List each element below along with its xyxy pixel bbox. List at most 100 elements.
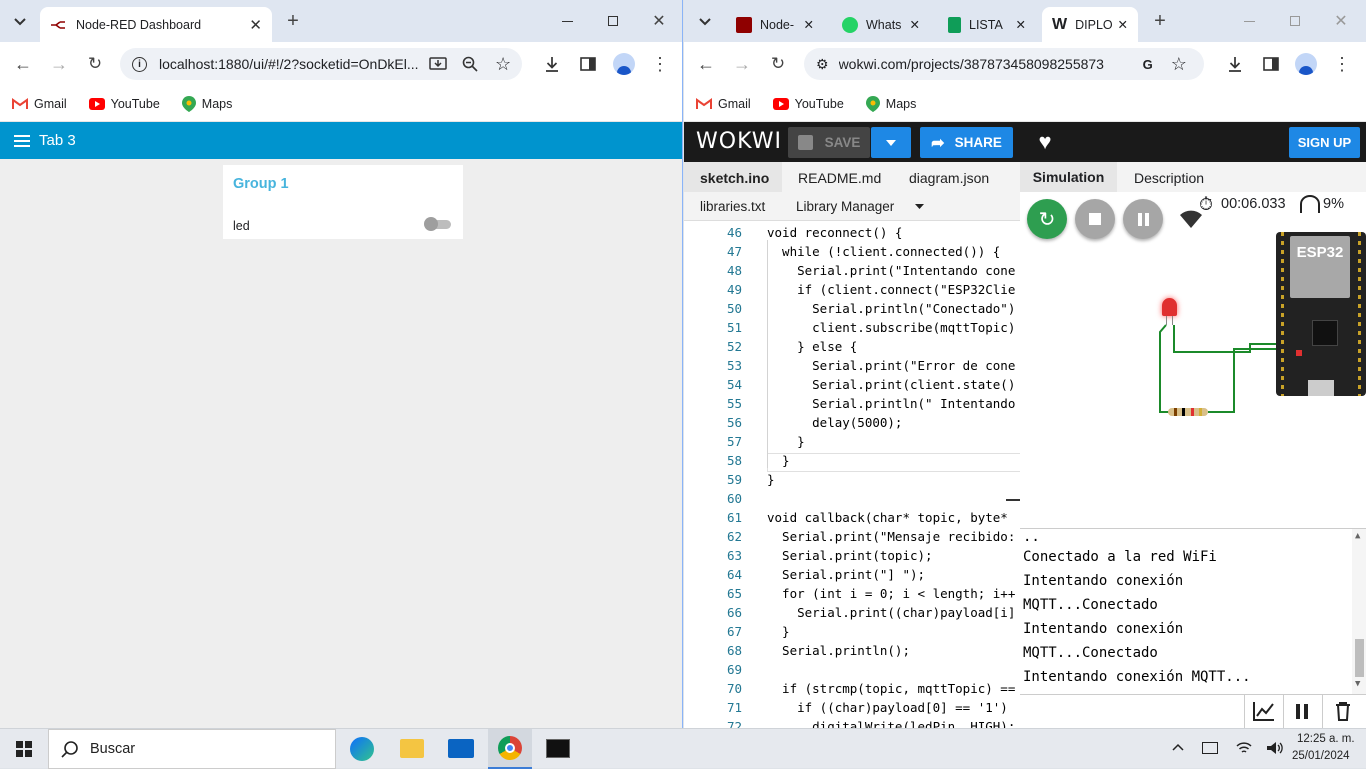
- clock-time[interactable]: 12:25 a. m.: [1297, 733, 1355, 745]
- serial-divider: [1283, 695, 1284, 728]
- show-hidden-icons-chevron[interactable]: [1172, 743, 1184, 751]
- code-editor[interactable]: 46 void reconnect() {47 while (!client.co…: [684, 221, 1020, 728]
- bookmark-maps[interactable]: Maps: [181, 95, 232, 112]
- bookmark-gmail[interactable]: Gmail: [12, 97, 67, 111]
- tabs-overflow-caret-icon[interactable]: [915, 204, 924, 209]
- save-dropdown-button[interactable]: [871, 127, 911, 158]
- code-text: Serial.print("Mensaje recibido:: [767, 529, 1016, 544]
- taskbar-search-box[interactable]: Buscar: [48, 729, 336, 769]
- line-number: 70: [726, 681, 742, 696]
- tab-node-red-dashboard[interactable]: Node-RED Dashboard ✕: [40, 7, 272, 42]
- serial-scrollbar[interactable]: ▲ ▼: [1352, 529, 1366, 694]
- close-window-icon[interactable]: ✕: [1329, 9, 1353, 33]
- minimize-icon[interactable]: [555, 9, 579, 33]
- wokwi-logo[interactable]: WOKWI: [696, 129, 782, 154]
- code-text: if ((char)payload[0] == '1'): [767, 700, 1008, 715]
- sim-tab-simulation[interactable]: Simulation: [1020, 162, 1117, 192]
- pause-serial-icon[interactable]: [1296, 704, 1308, 719]
- maximize-icon[interactable]: [1283, 9, 1307, 33]
- chrome-taskbar-button[interactable]: [488, 729, 532, 769]
- edge-icon[interactable]: [350, 737, 374, 761]
- clear-trash-icon[interactable]: [1335, 701, 1351, 721]
- line-number: 51: [726, 320, 742, 335]
- zoom-icon[interactable]: [462, 56, 478, 72]
- code-line: 51 client.subscribe(mqttTopic): [684, 320, 1020, 339]
- clock-date[interactable]: 25/01/2024: [1292, 750, 1350, 762]
- reload-icon[interactable]: ↻: [83, 52, 107, 76]
- forward-icon[interactable]: →: [47, 52, 71, 76]
- file-tab-libraries-txt[interactable]: libraries.txt: [700, 199, 765, 214]
- file-tab-readme[interactable]: README.md: [798, 170, 881, 186]
- close-window-icon[interactable]: ✕: [647, 9, 671, 33]
- profile-avatar-icon[interactable]: [612, 52, 636, 76]
- heart-icon[interactable]: ♥: [1032, 129, 1058, 155]
- sim-tab-description[interactable]: Description: [1134, 170, 1204, 186]
- tab-whatsapp[interactable]: Whats ✕: [832, 7, 930, 42]
- tab-search-chevron-icon[interactable]: [8, 10, 32, 34]
- save-button[interactable]: SAVE: [788, 127, 870, 158]
- close-tab-icon[interactable]: ✕: [804, 17, 814, 32]
- side-panel-icon[interactable]: [576, 52, 600, 76]
- downloads-icon[interactable]: [540, 52, 564, 76]
- line-number: 71: [726, 700, 742, 715]
- reload-icon[interactable]: ↻: [766, 52, 790, 76]
- site-settings-icon[interactable]: ⚙: [816, 56, 829, 73]
- close-tab-icon[interactable]: ✕: [249, 16, 262, 34]
- mail-icon[interactable]: [448, 739, 474, 758]
- back-icon[interactable]: ←: [694, 52, 718, 76]
- side-panel-icon[interactable]: [1259, 52, 1283, 76]
- share-button[interactable]: ➦ SHARE: [920, 127, 1013, 158]
- code-text: if (client.connect("ESP32Clie: [767, 282, 1016, 297]
- close-tab-icon[interactable]: ✕: [1016, 17, 1026, 32]
- close-tab-icon[interactable]: ✕: [910, 17, 920, 32]
- install-app-icon[interactable]: [429, 56, 447, 72]
- plotter-chart-icon[interactable]: [1253, 701, 1275, 721]
- new-tab-icon[interactable]: +: [281, 9, 305, 33]
- file-explorer-icon[interactable]: [400, 739, 424, 758]
- address-bar[interactable]: ⚙ wokwi.com/projects/387873458098255873 …: [804, 48, 1204, 80]
- battery-icon[interactable]: [1202, 742, 1218, 754]
- tab-search-chevron-icon[interactable]: [693, 10, 717, 34]
- tab-diplo-active[interactable]: W DIPLO ✕: [1042, 7, 1138, 42]
- windows-start-icon[interactable]: [16, 741, 32, 757]
- bookmark-maps[interactable]: Maps: [865, 95, 916, 112]
- code-line: 64 Serial.print("] ");: [684, 567, 1020, 586]
- file-tab-sketch-ino[interactable]: sketch.ino: [700, 170, 769, 186]
- back-icon[interactable]: ←: [11, 52, 35, 76]
- wifi-network-icon[interactable]: [1236, 741, 1252, 755]
- file-tab-library-manager[interactable]: Library Manager: [796, 199, 894, 214]
- serial-monitor[interactable]: ▲ ▼ .. Conectado a la red WiFi Intentando …: [1020, 528, 1366, 694]
- close-tab-icon[interactable]: ✕: [1118, 17, 1128, 32]
- code-line: 55 Serial.println(" Intentando: [684, 396, 1020, 415]
- tab-lista[interactable]: LISTA ✕: [938, 7, 1036, 42]
- menu-kebab-icon[interactable]: ⋮: [648, 52, 672, 76]
- new-tab-icon[interactable]: +: [1148, 9, 1172, 33]
- volume-icon[interactable]: [1266, 741, 1284, 755]
- bookmark-star-icon[interactable]: ☆: [1171, 54, 1187, 75]
- bookmark-gmail[interactable]: Gmail: [696, 97, 751, 111]
- line-number: 66: [726, 605, 742, 620]
- tab-node[interactable]: Node- ✕: [726, 7, 824, 42]
- editor-splitter[interactable]: [1006, 499, 1020, 501]
- menu-kebab-icon[interactable]: ⋮: [1330, 52, 1354, 76]
- maximize-icon[interactable]: [601, 9, 625, 33]
- resistor-component[interactable]: [1168, 408, 1208, 416]
- hamburger-menu-icon[interactable]: [14, 134, 30, 147]
- bookmark-youtube[interactable]: YouTube: [88, 97, 160, 111]
- site-info-icon[interactable]: i: [132, 56, 147, 72]
- signup-button[interactable]: SIGN UP: [1289, 127, 1360, 158]
- serial-input-field[interactable]: [1020, 695, 1245, 728]
- profile-avatar-icon[interactable]: [1294, 52, 1318, 76]
- address-bar[interactable]: i localhost:1880/ui/#!/2?socketid=OnDkEl…: [120, 48, 522, 80]
- bookmark-youtube[interactable]: YouTube: [772, 97, 844, 111]
- minimize-icon[interactable]: [1237, 9, 1261, 33]
- simulation-canvas[interactable]: ↻ ⏱ 00:06.033 9% ESP32: [1020, 192, 1366, 528]
- file-tab-diagram-json[interactable]: diagram.json: [909, 170, 989, 186]
- translate-icon[interactable]: G: [1143, 57, 1153, 72]
- downloads-icon[interactable]: [1223, 52, 1247, 76]
- led-toggle-switch[interactable]: [424, 217, 451, 231]
- bookmark-star-icon[interactable]: ☆: [495, 54, 511, 75]
- terminal-icon[interactable]: [546, 739, 570, 758]
- esp32-board[interactable]: ESP32: [1276, 232, 1366, 396]
- forward-icon[interactable]: →: [730, 52, 754, 76]
